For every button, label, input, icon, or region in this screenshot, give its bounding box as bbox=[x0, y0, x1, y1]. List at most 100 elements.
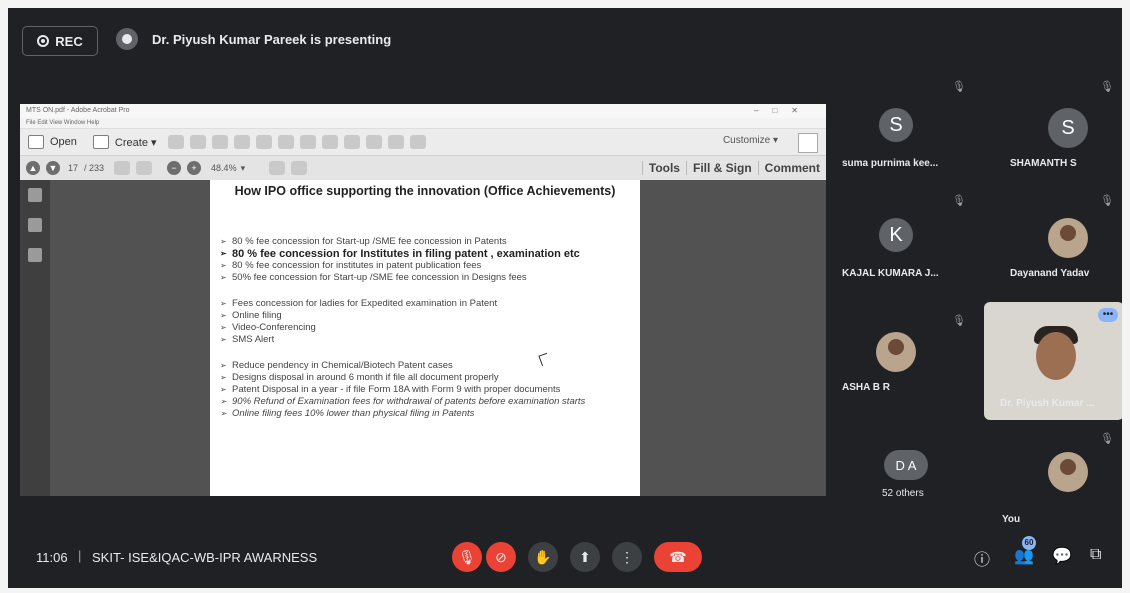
save-icon bbox=[167, 135, 184, 149]
page-icon bbox=[343, 135, 360, 149]
slide-bullets: 80 % fee concession for Start-up /SME fe… bbox=[220, 236, 630, 420]
acrobat-sidebar bbox=[20, 180, 50, 496]
activities-button[interactable]: ⧉ bbox=[1090, 546, 1101, 564]
slide-bullet: 80 % fee concession for institutes in pa… bbox=[220, 260, 630, 272]
participant-tile[interactable]: K KAJAL KUMARA J... bbox=[828, 214, 988, 324]
participant-name: ASHA B R bbox=[842, 382, 890, 393]
fit-width-icon bbox=[291, 161, 308, 175]
shared-screen: MTS ON.pdf - Adobe Acrobat Pro –□✕ File … bbox=[20, 104, 826, 496]
document-area: How IPO office supporting the innovation… bbox=[20, 180, 826, 496]
present-icon: ⬆ bbox=[579, 548, 591, 565]
stamp-icon bbox=[409, 135, 426, 149]
record-icon bbox=[37, 35, 50, 47]
tools-tab: Tools bbox=[641, 161, 686, 175]
camera-off-button[interactable]: ⊘ bbox=[486, 542, 516, 572]
create-label: Create ▾ bbox=[114, 136, 157, 149]
info-icon: ⓘ bbox=[974, 552, 991, 569]
cloud-icon bbox=[189, 135, 206, 149]
create-icon bbox=[92, 135, 109, 149]
acrobat-right-tabs: Tools Fill & Sign Comment bbox=[641, 156, 826, 180]
participant-avatar: K bbox=[879, 218, 913, 252]
participant-photo bbox=[1048, 218, 1088, 258]
window-controls: –□✕ bbox=[754, 106, 812, 115]
fill-sign-tab: Fill & Sign bbox=[685, 161, 758, 175]
hand-icon: ✋ bbox=[534, 548, 552, 565]
muted-mic-icon: 🎙 bbox=[952, 315, 966, 327]
participant-name: Dayanand Yadav bbox=[1010, 268, 1090, 279]
settings-icon bbox=[277, 135, 294, 149]
people-icon: 👥 bbox=[1014, 548, 1034, 565]
muted-mic-icon: 🎙 bbox=[952, 195, 966, 207]
next-page-icon: ▼ bbox=[46, 161, 60, 175]
prev-page-icon: ▲ bbox=[26, 161, 40, 175]
page-total: / 233 bbox=[84, 163, 105, 173]
slide-bullet: 80 % fee concession for Institutes in fi… bbox=[220, 248, 630, 260]
presenter-banner: Dr. Piyush Kumar Pareek is presenting bbox=[116, 28, 391, 50]
slide-bullet: Patent Disposal in a year - if file Form… bbox=[220, 384, 630, 396]
chat-icon: 💬 bbox=[1052, 548, 1072, 565]
end-call-icon: ☎ bbox=[669, 548, 687, 565]
slide-bullet: Online filing fees 10% lower than physic… bbox=[220, 408, 630, 420]
chat-button[interactable]: 💬 bbox=[1052, 546, 1072, 566]
participant-name: suma purnima kee... bbox=[842, 158, 939, 169]
comment-icon bbox=[299, 135, 316, 149]
bookmark-icon bbox=[28, 218, 42, 232]
slide-bullet: Video-Conferencing bbox=[220, 322, 630, 334]
active-speaker-tile[interactable]: ••• Dr. Piyush Kumar ... bbox=[984, 302, 1122, 420]
participant-name: SHAMANTH S bbox=[1010, 158, 1077, 169]
present-button[interactable]: ⬆ bbox=[570, 542, 600, 572]
pages-icon bbox=[28, 188, 42, 202]
participant-name: You bbox=[1002, 514, 1021, 525]
participant-avatar: D A bbox=[884, 450, 928, 480]
edit-icon bbox=[233, 135, 250, 149]
zoom-dropdown-icon: ▾ bbox=[240, 162, 246, 173]
acrobat-titlebar: MTS ON.pdf - Adobe Acrobat Pro –□✕ bbox=[20, 104, 826, 118]
comment-tab: Comment bbox=[757, 161, 826, 175]
meeting-controls-bar: 11:06 | SKIT- ISE&IQAC-WB-IPR AWARNESS 🎙… bbox=[8, 528, 1122, 588]
zoom-in-icon: + bbox=[187, 161, 202, 175]
muted-mic-icon: 🎙 bbox=[1100, 195, 1114, 207]
muted-mic-icon: 🎙 bbox=[1100, 433, 1114, 445]
folder-icon bbox=[28, 135, 44, 149]
participant-name: KAJAL KUMARA J... bbox=[842, 268, 939, 279]
slide-bullet: 90% Refund of Examination fees for withd… bbox=[220, 396, 630, 408]
muted-mic-icon: 🎙 bbox=[1100, 81, 1114, 93]
slide-heading: How IPO office supporting the innovation… bbox=[234, 184, 616, 198]
activities-icon: ⧉ bbox=[1090, 546, 1102, 563]
fit-page-icon bbox=[269, 161, 286, 175]
more-options-button[interactable]: ⋮ bbox=[612, 542, 642, 572]
hand-tool-icon bbox=[136, 161, 153, 175]
slide-bullet: Fees concession for ladies for Expedited… bbox=[220, 298, 630, 310]
zoom-out-icon: − bbox=[167, 161, 182, 175]
participant-avatar: S bbox=[879, 108, 913, 142]
expand-icon bbox=[798, 133, 818, 153]
acrobat-nav-toolbar: ▲ ▼ 17 / 233 − + 48.4% ▾ Tools Fill & Si… bbox=[20, 155, 826, 181]
slide-bullet: 50% fee concession for Start-up /SME fee… bbox=[220, 272, 630, 284]
speaking-indicator-icon: ••• bbox=[1098, 308, 1118, 322]
participant-tile[interactable]: ASHA B R bbox=[828, 328, 988, 438]
leave-call-button[interactable]: ☎ bbox=[654, 542, 702, 572]
acrobat-title: MTS ON.pdf - Adobe Acrobat Pro bbox=[26, 107, 130, 114]
mic-off-button[interactable]: 🎙 bbox=[452, 542, 482, 572]
people-button[interactable]: 👥 bbox=[1014, 546, 1034, 566]
print-icon bbox=[211, 135, 228, 149]
muted-mic-icon: 🎙 bbox=[952, 81, 966, 93]
slide-bullet: Designs disposal in around 6 month if fi… bbox=[220, 372, 630, 384]
participant-photo bbox=[876, 332, 916, 372]
participant-name: Dr. Piyush Kumar ... bbox=[1000, 398, 1095, 409]
participant-name: 52 others bbox=[882, 488, 924, 499]
acrobat-menubar: File Edit View Window Help bbox=[20, 118, 826, 128]
create-button: Create ▾ bbox=[85, 135, 165, 149]
meeting-time: 11:06 bbox=[36, 550, 68, 565]
meeting-details-button[interactable]: ⓘ bbox=[974, 546, 990, 570]
more-icon: ⋮ bbox=[620, 548, 634, 565]
open-button: Open bbox=[20, 135, 85, 149]
raise-hand-button[interactable]: ✋ bbox=[528, 542, 558, 572]
open-label: Open bbox=[50, 136, 77, 148]
participant-avatar: S bbox=[1048, 108, 1088, 148]
slide-bullet: Reduce pendency in Chemical/Biotech Pate… bbox=[220, 360, 630, 372]
speaker-video bbox=[1036, 332, 1076, 380]
participant-photo bbox=[1048, 452, 1088, 492]
page-extract-icon bbox=[365, 135, 382, 149]
select-tool-icon bbox=[114, 161, 131, 175]
